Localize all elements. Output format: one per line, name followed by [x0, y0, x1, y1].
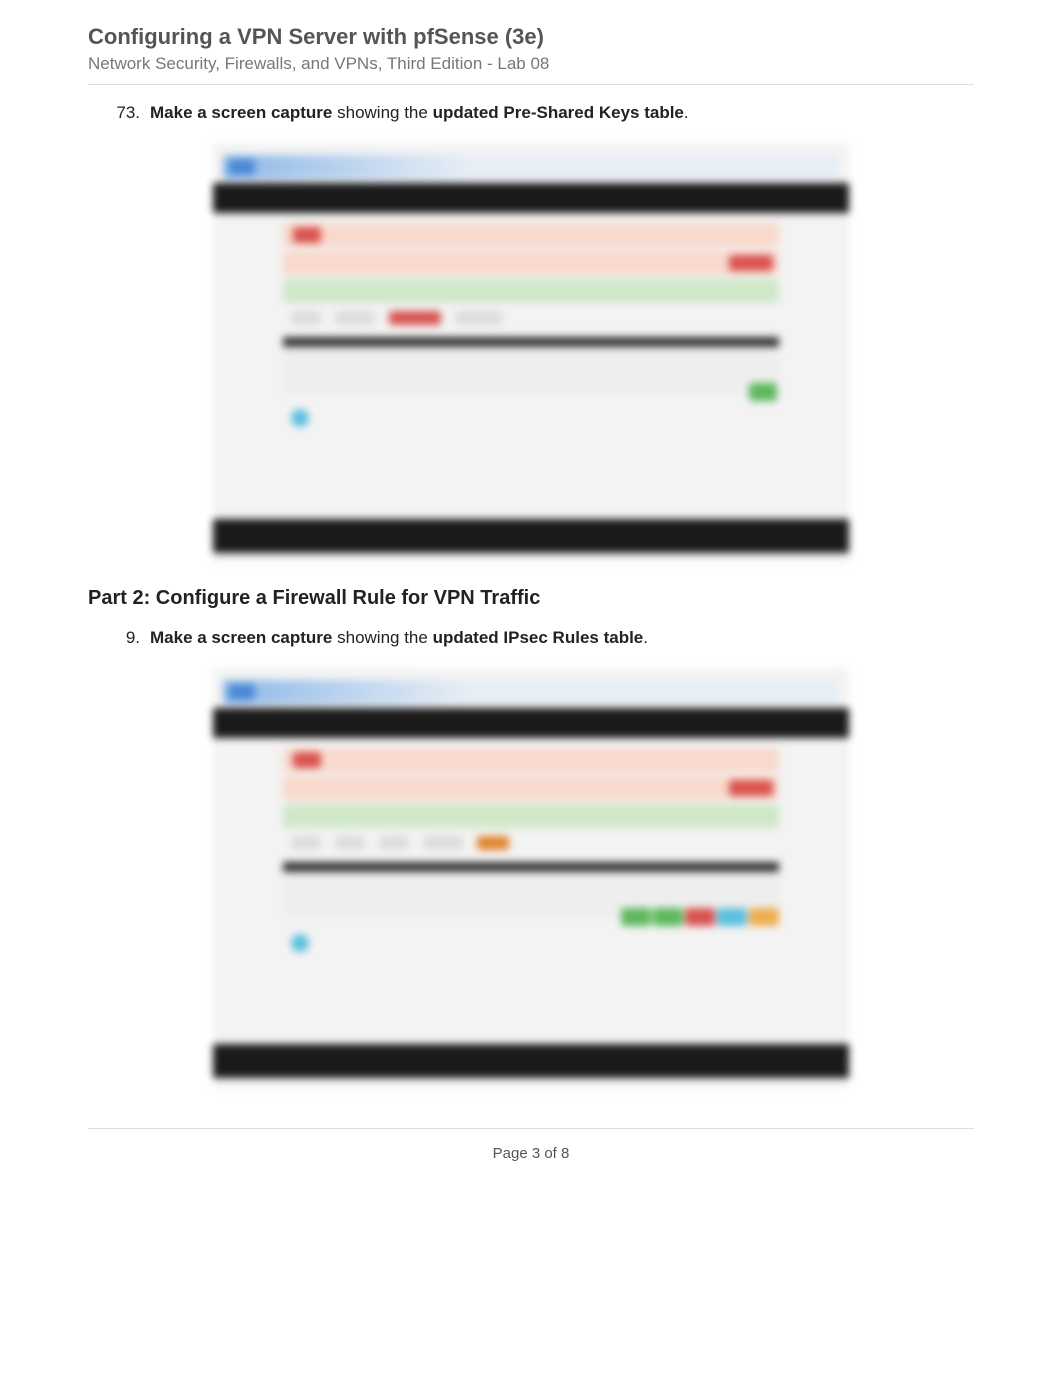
step-number: 9. — [108, 628, 150, 648]
screenshot-preshared-keys — [213, 143, 849, 563]
page-footer: Page 3 of 8 — [88, 1145, 974, 1182]
step-mid: showing the — [332, 628, 432, 647]
step-bold-1: Make a screen capture — [150, 103, 332, 122]
step-text: Make a screen capture showing the update… — [150, 103, 974, 123]
part-2-heading: Part 2: Configure a Firewall Rule for VP… — [88, 587, 974, 610]
footer-divider — [88, 1128, 974, 1129]
step-end: . — [643, 628, 648, 647]
step-mid: showing the — [332, 103, 432, 122]
page-subtitle: Network Security, Firewalls, and VPNs, T… — [88, 54, 974, 85]
screenshot-ipsec-rules — [213, 668, 849, 1088]
step-73: 73. Make a screen capture showing the up… — [108, 103, 974, 123]
step-bold-2: updated IPsec Rules table — [433, 628, 644, 647]
step-end: . — [684, 103, 689, 122]
step-number: 73. — [108, 103, 150, 123]
step-bold-2: updated Pre-Shared Keys table — [433, 103, 684, 122]
step-bold-1: Make a screen capture — [150, 628, 332, 647]
step-text: Make a screen capture showing the update… — [150, 628, 974, 648]
page-title: Configuring a VPN Server with pfSense (3… — [88, 24, 974, 50]
step-9: 9. Make a screen capture showing the upd… — [108, 628, 974, 648]
